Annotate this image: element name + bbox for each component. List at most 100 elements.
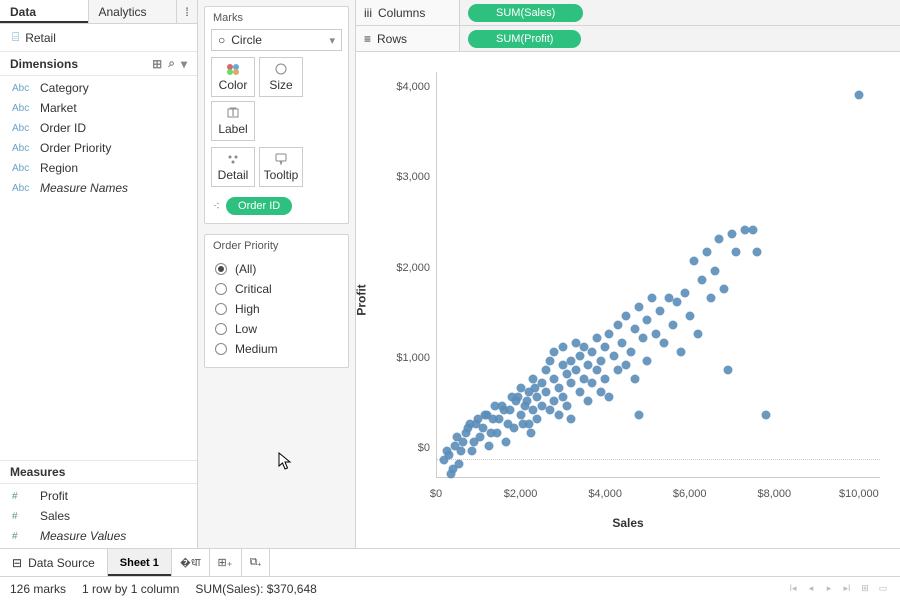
columns-shelf[interactable]: iiiColumns SUM(Sales) — [356, 0, 900, 26]
data-point[interactable] — [592, 365, 601, 374]
new-worksheet-button[interactable]: �धा — [172, 549, 210, 576]
data-point[interactable] — [694, 329, 703, 338]
data-point[interactable] — [505, 406, 514, 415]
data-point[interactable] — [558, 343, 567, 352]
view-icon[interactable]: ⊞ — [152, 57, 162, 71]
data-point[interactable] — [613, 365, 622, 374]
dimension-order-priority[interactable]: AbcOrder Priority — [0, 138, 197, 158]
tooltip-button[interactable]: Tooltip — [259, 147, 303, 187]
nav-prev-icon[interactable]: ◂ — [804, 582, 818, 596]
data-point[interactable] — [715, 234, 724, 243]
tab-menu-icon[interactable]: ⁞ — [177, 0, 197, 23]
filter-option-critical[interactable]: Critical — [215, 279, 338, 299]
data-point[interactable] — [609, 352, 618, 361]
search-icon[interactable]: ⌕ — [168, 56, 175, 71]
tab-data[interactable]: Data — [0, 0, 89, 23]
measure-profit[interactable]: #Profit — [0, 486, 197, 506]
data-point[interactable] — [531, 383, 540, 392]
data-point[interactable] — [685, 311, 694, 320]
chart-area[interactable]: Profit $0$1,000$2,000$3,000$4,000$0$2,00… — [356, 52, 900, 548]
data-point[interactable] — [651, 329, 660, 338]
detail-pill[interactable]: Order ID — [226, 197, 292, 215]
data-point[interactable] — [554, 410, 563, 419]
data-point[interactable] — [630, 325, 639, 334]
data-point[interactable] — [719, 284, 728, 293]
data-point[interactable] — [601, 343, 610, 352]
data-point[interactable] — [554, 383, 563, 392]
tab-analytics[interactable]: Analytics — [89, 0, 178, 23]
data-point[interactable] — [541, 388, 550, 397]
rows-pill[interactable]: SUM(Profit) — [468, 30, 581, 48]
data-point[interactable] — [854, 90, 863, 99]
data-point[interactable] — [451, 442, 460, 451]
size-button[interactable]: Size — [259, 57, 303, 97]
data-point[interactable] — [518, 419, 527, 428]
data-point[interactable] — [601, 374, 610, 383]
data-point[interactable] — [681, 289, 690, 298]
data-point[interactable] — [698, 275, 707, 284]
data-point[interactable] — [727, 230, 736, 239]
data-point[interactable] — [605, 329, 614, 338]
data-point[interactable] — [567, 379, 576, 388]
data-point[interactable] — [639, 334, 648, 343]
sheet-tab[interactable]: Sheet 1 — [108, 549, 172, 576]
data-point[interactable] — [546, 356, 555, 365]
data-point[interactable] — [510, 424, 519, 433]
data-point[interactable] — [484, 442, 493, 451]
dimension-order-id[interactable]: AbcOrder ID — [0, 118, 197, 138]
data-point[interactable] — [689, 257, 698, 266]
filter-option-medium[interactable]: Medium — [215, 339, 338, 359]
data-point[interactable] — [723, 365, 732, 374]
filter-option-low[interactable]: Low — [215, 319, 338, 339]
data-point[interactable] — [711, 266, 720, 275]
data-point[interactable] — [613, 320, 622, 329]
data-point[interactable] — [634, 410, 643, 419]
rows-shelf[interactable]: ≡Rows SUM(Profit) — [356, 26, 900, 52]
data-point[interactable] — [596, 356, 605, 365]
data-point[interactable] — [575, 352, 584, 361]
data-point[interactable] — [567, 356, 576, 365]
data-point[interactable] — [550, 397, 559, 406]
label-button[interactable]: TLabel — [211, 101, 255, 141]
data-point[interactable] — [702, 248, 711, 257]
data-point[interactable] — [467, 446, 476, 455]
data-point[interactable] — [753, 248, 762, 257]
presentation-icon[interactable]: ▭ — [876, 582, 890, 596]
data-point[interactable] — [527, 428, 536, 437]
dimension-measure-names[interactable]: AbcMeasure Names — [0, 178, 197, 198]
new-dashboard-button[interactable]: ⊞₊ — [210, 549, 242, 576]
nav-next-icon[interactable]: ▸ — [822, 582, 836, 596]
data-point[interactable] — [588, 347, 597, 356]
nav-last-icon[interactable]: ▸I — [840, 582, 854, 596]
data-point[interactable] — [550, 347, 559, 356]
new-story-button[interactable]: ⧉₊ — [242, 549, 271, 576]
data-point[interactable] — [533, 392, 542, 401]
data-point[interactable] — [463, 424, 472, 433]
data-point[interactable] — [563, 370, 572, 379]
data-point[interactable] — [575, 388, 584, 397]
measure-sales[interactable]: #Sales — [0, 506, 197, 526]
data-point[interactable] — [673, 298, 682, 307]
data-point[interactable] — [446, 469, 455, 478]
data-point[interactable] — [592, 334, 601, 343]
filter-option-all[interactable]: (All) — [215, 259, 338, 279]
data-point[interactable] — [622, 361, 631, 370]
datasource-row[interactable]: ⌸ Retail — [0, 24, 197, 52]
data-point[interactable] — [761, 410, 770, 419]
data-point[interactable] — [647, 293, 656, 302]
mark-type-select[interactable]: ○ Circle — [211, 29, 342, 51]
data-point[interactable] — [550, 374, 559, 383]
data-point[interactable] — [643, 356, 652, 365]
color-button[interactable]: Color — [211, 57, 255, 97]
nav-first-icon[interactable]: I◂ — [786, 582, 800, 596]
data-point[interactable] — [558, 361, 567, 370]
data-point[interactable] — [533, 415, 542, 424]
data-point[interactable] — [472, 419, 481, 428]
data-point[interactable] — [622, 311, 631, 320]
data-point[interactable] — [618, 338, 627, 347]
measure-measure-values[interactable]: #Measure Values — [0, 526, 197, 546]
data-point[interactable] — [634, 302, 643, 311]
data-point[interactable] — [626, 347, 635, 356]
datasource-tab[interactable]: ⊟Data Source — [0, 549, 108, 576]
data-point[interactable] — [630, 374, 639, 383]
